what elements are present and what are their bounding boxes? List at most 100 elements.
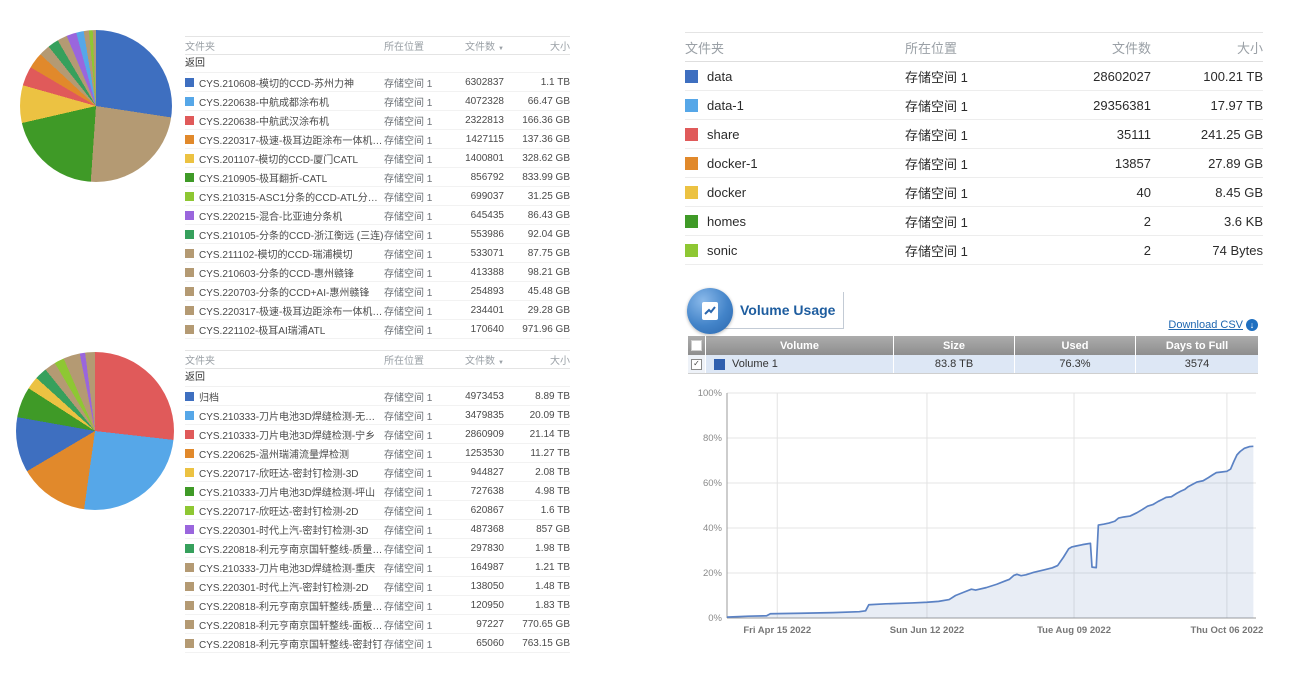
- volume-usage-line-chart: 0%20%40%60%80%100%Fri Apr 15 2022Sun Jun…: [688, 386, 1268, 652]
- folder-row[interactable]: CYS.220625-温州瑞浦流量焊检测存储空间 1125353011.27 T…: [185, 444, 570, 463]
- column-size[interactable]: 大小: [504, 352, 570, 367]
- column-files[interactable]: 文件数: [1033, 38, 1151, 57]
- folder-row[interactable]: CYS.210105-分条的CCD-浙江衡远 (三连)存储空间 15539869…: [185, 225, 570, 244]
- back-row[interactable]: 返回: [185, 369, 570, 387]
- folder-row[interactable]: CYS.220818-利元亨南京国轩整线-质量焊-3D存储空间 12978301…: [185, 539, 570, 558]
- folder-location: 存储空间 1: [905, 96, 1033, 115]
- column-files-sorted[interactable]: 文件数▼: [446, 38, 504, 53]
- folder-row[interactable]: CYS.210608-模切的CCD-苏州力神存储空间 163028371.1 T…: [185, 73, 570, 92]
- folder-name: docker-1: [707, 156, 758, 171]
- folder-location: 存储空间 1: [384, 503, 446, 518]
- folder-row[interactable]: CYS.220638-中航武汉涂布机存储空间 12322813166.36 GB: [185, 111, 570, 130]
- folder-row[interactable]: CYS.201107-模切的CCD-厦门CATL存储空间 11400801328…: [185, 149, 570, 168]
- folder-row[interactable]: CYS.211102-模切的CCD-瑞浦模切存储空间 153307187.75 …: [185, 244, 570, 263]
- shared-folder-row[interactable]: share存储空间 135111241.25 GB: [685, 120, 1263, 149]
- shared-folder-row[interactable]: data存储空间 128602027100.21 TB: [685, 62, 1263, 91]
- folder-rows: CYS.210608-模切的CCD-苏州力神存储空间 163028371.1 T…: [185, 73, 570, 339]
- folder-size: 20.09 TB: [504, 410, 570, 421]
- folder-row[interactable]: CYS.220301-时代上汽-密封钉检测-3D存储空间 1487368857 …: [185, 520, 570, 539]
- folder-location: 存储空间 1: [384, 522, 446, 537]
- folder-name: share: [707, 127, 740, 142]
- folder-color-swatch: [185, 135, 194, 144]
- folder-name: CYS.210905-极耳翻折-CATL: [199, 170, 327, 185]
- folder-row[interactable]: CYS.220703-分条的CCD+AI-惠州赣锋存储空间 125489345.…: [185, 282, 570, 301]
- folder-row[interactable]: CYS.220317-极速-极耳边距涂布一体机-缺陷检测存储空间 1142711…: [185, 130, 570, 149]
- folder-row[interactable]: CYS.210333-刀片电池3D焊缝检测-无为-2期存储空间 13479835…: [185, 406, 570, 425]
- folder-color-swatch: [685, 215, 698, 228]
- folder-row[interactable]: CYS.221102-极耳AI瑞浦ATL存储空间 1170640971.96 G…: [185, 320, 570, 339]
- folder-color-swatch: [185, 97, 194, 106]
- folder-name: CYS.210315-ASC1分条的CCD-ATL分条机: [199, 189, 384, 204]
- column-volume[interactable]: Volume: [706, 336, 893, 355]
- folder-location: 存储空间 1: [384, 465, 446, 480]
- shared-folder-row[interactable]: sonic存储空间 1274 Bytes: [685, 236, 1263, 265]
- folder-row[interactable]: CYS.210333-刀片电池3D焊缝检测-重庆存储空间 11649871.21…: [185, 558, 570, 577]
- folder-row[interactable]: CYS.210315-ASC1分条的CCD-ATL分条机存储空间 1699037…: [185, 187, 570, 206]
- column-location[interactable]: 所在位置: [384, 38, 446, 53]
- folder-size: 3.6 KB: [1151, 214, 1263, 229]
- folder-name-cell: CYS.220717-欣旺达-密封钉检测-2D: [185, 503, 384, 518]
- folder-row[interactable]: CYS.220317-极速-极耳边距涂布一体机-定位存储空间 123440129…: [185, 301, 570, 320]
- folder-row[interactable]: CYS.210333-刀片电池3D焊缝检测-坪山存储空间 17276384.98…: [185, 482, 570, 501]
- folder-location: 存储空间 1: [905, 125, 1033, 144]
- folder-file-count: 727638: [446, 486, 504, 497]
- folder-color-swatch: [185, 506, 194, 515]
- back-row[interactable]: 返回: [185, 55, 570, 73]
- column-folder[interactable]: 文件夹: [185, 38, 384, 53]
- shared-folder-row[interactable]: docker存储空间 1408.45 GB: [685, 178, 1263, 207]
- folder-row[interactable]: CYS.220717-欣旺达-密封钉检测-3D存储空间 19448272.08 …: [185, 463, 570, 482]
- svg-text:Tue Aug 09 2022: Tue Aug 09 2022: [1037, 625, 1111, 636]
- folder-row[interactable]: 归档存储空间 149734538.89 TB: [185, 387, 570, 406]
- volume-size-cell: 83.8 TB: [894, 355, 1014, 373]
- folder-file-count: 487368: [446, 524, 504, 535]
- column-location[interactable]: 所在位置: [384, 352, 446, 367]
- folder-file-count: 699037: [446, 191, 504, 202]
- folder-size: 1.6 TB: [504, 505, 570, 516]
- volume-checkbox[interactable]: ✓: [691, 359, 702, 370]
- folder-name-cell: CYS.220818-利元亨南京国轩整线-质量焊-2D: [185, 598, 384, 613]
- folder-name: CYS.220638-中航武汉涂布机: [199, 113, 329, 128]
- shared-folder-row[interactable]: docker-1存储空间 11385727.89 GB: [685, 149, 1263, 178]
- folder-location: 存储空间 1: [905, 67, 1033, 86]
- column-used[interactable]: Used: [1015, 336, 1135, 355]
- folder-size-pie-top[interactable]: [20, 30, 172, 182]
- column-files-sorted[interactable]: 文件数▼: [446, 352, 504, 367]
- folder-size: 137.36 GB: [504, 134, 570, 145]
- download-csv-link[interactable]: Download CSV ↓: [1155, 319, 1258, 331]
- folder-location: 存储空间 1: [905, 212, 1033, 231]
- select-all-checkbox[interactable]: [688, 336, 705, 355]
- folder-size: 29.28 GB: [504, 305, 570, 316]
- folder-name-cell: CYS.201107-模切的CCD-厦门CATL: [185, 151, 384, 166]
- folder-row[interactable]: CYS.210603-分条的CCD-惠州赣锋存储空间 141338898.21 …: [185, 263, 570, 282]
- shared-folder-row[interactable]: data-1存储空间 12935638117.97 TB: [685, 91, 1263, 120]
- folder-color-swatch: [185, 287, 194, 296]
- volume-row[interactable]: ✓ Volume 1 83.8 TB 76.3% 3574: [688, 355, 1258, 374]
- column-location[interactable]: 所在位置: [905, 38, 1033, 57]
- folder-row[interactable]: CYS.220301-时代上汽-密封钉检测-2D存储空间 11380501.48…: [185, 577, 570, 596]
- column-folder[interactable]: 文件夹: [685, 38, 905, 57]
- column-folder[interactable]: 文件夹: [185, 352, 384, 367]
- svg-text:60%: 60%: [703, 478, 723, 489]
- folder-row[interactable]: CYS.220818-利元亨南京国轩整线-面板激光焊接-...存储空间 1972…: [185, 615, 570, 634]
- line-chart-doc-icon: [698, 299, 722, 323]
- folder-name-cell: CYS.220818-利元亨南京国轩整线-面板激光焊接-...: [185, 617, 384, 632]
- column-days-to-full[interactable]: Days to Full: [1136, 336, 1258, 355]
- folder-row[interactable]: CYS.220638-中航成都涂布机存储空间 1407232866.47 GB: [185, 92, 570, 111]
- column-size[interactable]: Size: [894, 336, 1014, 355]
- folder-size: 770.65 GB: [504, 619, 570, 630]
- folder-row[interactable]: CYS.220818-利元亨南京国轩整线-密封钉存储空间 165060763.1…: [185, 634, 570, 653]
- folder-row[interactable]: CYS.220215-混合-比亚迪分条机存储空间 164543586.43 GB: [185, 206, 570, 225]
- folder-size-pie-bottom[interactable]: [16, 352, 174, 510]
- folder-location: 存储空间 1: [384, 579, 446, 594]
- column-size[interactable]: 大小: [1151, 38, 1263, 57]
- folder-file-count: 120950: [446, 600, 504, 611]
- folder-row[interactable]: CYS.220717-欣旺达-密封钉检测-2D存储空间 16208671.6 T…: [185, 501, 570, 520]
- folder-location: 存储空间 1: [384, 151, 446, 166]
- shared-folder-row[interactable]: homes存储空间 123.6 KB: [685, 207, 1263, 236]
- folder-name: homes: [707, 214, 746, 229]
- folder-name: CYS.220703-分条的CCD+AI-惠州赣锋: [199, 284, 369, 299]
- folder-row[interactable]: CYS.220818-利元亨南京国轩整线-质量焊-2D存储空间 11209501…: [185, 596, 570, 615]
- folder-row[interactable]: CYS.210905-极耳翻折-CATL存储空间 1856792833.99 G…: [185, 168, 570, 187]
- folder-row[interactable]: CYS.210333-刀片电池3D焊缝检测-宁乡存储空间 1286090921.…: [185, 425, 570, 444]
- column-size[interactable]: 大小: [504, 38, 570, 53]
